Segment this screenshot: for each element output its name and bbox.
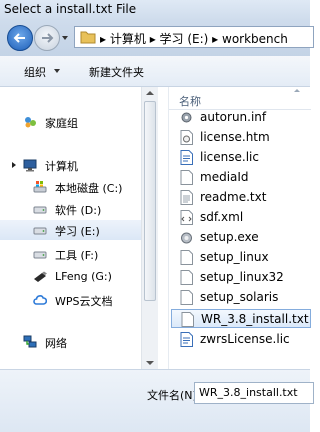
window-title: Select a install.txt File (4, 2, 137, 16)
filename-field[interactable]: WR_3.8_install.txt (194, 382, 314, 404)
sidebar-item-label: 本地磁盘 (C:) (55, 182, 123, 195)
filename-label: 文件名(N): (147, 389, 201, 402)
file-row-selected[interactable]: WR_3.8_install.txt (171, 309, 311, 328)
file-row[interactable]: zwrsLicense.lic (171, 330, 311, 349)
file-row[interactable]: setup_solaris (171, 288, 311, 307)
pane-splitter[interactable] (158, 87, 168, 369)
file-name: setup.exe (200, 230, 259, 244)
settings-file-icon (181, 112, 192, 123)
sidebar-item-drive-e[interactable]: 学习 (E:) (0, 220, 158, 240)
scroll-up-icon[interactable] (146, 91, 154, 95)
column-header-label: 名称 (179, 95, 201, 108)
file-row[interactable]: license.htm (171, 128, 311, 147)
file-name: zwrsLicense.lic (200, 332, 290, 346)
network-icon (23, 335, 37, 348)
blank-file-icon (180, 250, 193, 265)
back-arrow-icon (13, 33, 25, 43)
new-folder-button[interactable]: 新建文件夹 (89, 64, 144, 80)
file-row[interactable]: setup_linux32 (171, 268, 311, 287)
computer-icon (23, 159, 37, 172)
sort-indicator-icon (294, 89, 300, 92)
blank-file-icon (180, 290, 193, 305)
file-row[interactable]: readme.txt (171, 188, 311, 207)
sidebar-item-label: 软件 (D:) (55, 204, 102, 217)
file-list: 名称 autorun.inf license.htm license.lic m… (168, 87, 311, 369)
organize-button[interactable]: 组织 (24, 64, 46, 80)
text-file-icon (180, 190, 193, 205)
navigation-pane-scrollbar[interactable] (141, 87, 158, 369)
drive-icon (33, 251, 47, 259)
column-header-name[interactable]: 名称 (169, 87, 311, 110)
file-row[interactable]: setup_linux (171, 248, 311, 267)
organize-dropdown-icon[interactable] (54, 69, 60, 73)
sidebar-item-label: WPS云文档 (55, 295, 113, 308)
address-bar[interactable]: ▸ 计算机 ▸ 学习 (E:) ▸ workbench (74, 26, 314, 48)
back-button[interactable] (7, 25, 33, 51)
file-row[interactable]: autorun.inf (171, 108, 311, 127)
sidebar-item-drive-d[interactable]: 软件 (D:) (0, 199, 158, 219)
sidebar-item-network[interactable]: 网络 (0, 332, 158, 352)
sidebar-item-computer[interactable]: 计算机 (0, 155, 158, 175)
file-name: sdf.xml (200, 210, 244, 224)
file-name: license.lic (200, 150, 259, 164)
breadcrumb-separator-icon: ▸ (212, 32, 223, 46)
xml-file-icon (180, 210, 193, 225)
scroll-down-icon[interactable] (146, 361, 154, 365)
sidebar-item-drive-f[interactable]: 工具 (F:) (0, 244, 158, 264)
sidebar-item-homegroup[interactable]: 家庭组 (0, 112, 158, 132)
folder-icon (80, 31, 96, 44)
sidebar-item-label: 工具 (F:) (55, 249, 99, 262)
expand-caret-icon[interactable] (12, 162, 16, 168)
scrollbar-thumb[interactable] (144, 101, 156, 301)
homegroup-icon (25, 117, 36, 128)
breadcrumb-item[interactable]: 学习 (E:) (160, 32, 209, 46)
breadcrumb-separator-icon: ▸ (149, 32, 160, 46)
forward-button[interactable] (34, 25, 60, 51)
cloud-icon (33, 295, 47, 305)
navigation-pane: 家庭组 计算机 本地磁盘 (C:) 软件 (D:) 学习 (E:) 工具 (F:… (0, 87, 158, 369)
usb-drive-icon (34, 271, 47, 282)
file-name: mediaId (200, 170, 249, 184)
document-file-icon (180, 332, 193, 347)
file-name: autorun.inf (200, 110, 267, 124)
file-name: readme.txt (200, 190, 267, 204)
drive-icon (33, 227, 47, 235)
blank-file-icon (180, 270, 193, 285)
html-file-icon (180, 130, 193, 145)
breadcrumb-item[interactable]: 计算机 (110, 32, 146, 46)
command-toolbar: 组织 新建文件夹 (0, 56, 310, 87)
filename-value: WR_3.8_install.txt (199, 386, 298, 399)
forward-arrow-icon (42, 33, 54, 43)
file-row[interactable]: mediaId (171, 168, 311, 187)
blank-file-icon (180, 170, 193, 185)
blank-file-icon (181, 312, 194, 327)
file-name: setup_linux32 (200, 270, 284, 284)
file-row[interactable]: sdf.xml (171, 208, 311, 227)
system-drive-icon (33, 181, 47, 193)
breadcrumb-item[interactable]: workbench (222, 32, 288, 46)
navigation-bar: ▸ 计算机 ▸ 学习 (E:) ▸ workbench (0, 20, 314, 56)
sidebar-item-label: 计算机 (45, 160, 78, 173)
sidebar-item-label: LFeng (G:) (55, 270, 112, 283)
file-name: setup_solaris (200, 290, 279, 304)
file-name: license.htm (200, 130, 270, 144)
sidebar-item-label: 网络 (45, 337, 67, 350)
title-bar: Select a install.txt File (0, 0, 310, 20)
sidebar-item-drive-c[interactable]: 本地磁盘 (C:) (0, 177, 158, 197)
file-name: WR_3.8_install.txt (201, 312, 309, 326)
sidebar-item-drive-g[interactable]: LFeng (G:) (0, 267, 158, 287)
sidebar-item-wps-cloud[interactable]: WPS云文档 (0, 290, 158, 310)
drive-icon (33, 206, 47, 214)
document-file-icon (180, 150, 193, 165)
recent-pages-dropdown-icon[interactable] (61, 34, 69, 42)
installer-icon (181, 232, 192, 244)
breadcrumb-separator-icon: ▸ (100, 32, 110, 46)
file-name: setup_linux (200, 250, 269, 264)
sidebar-item-label: 家庭组 (45, 117, 78, 130)
sidebar-item-label: 学习 (E:) (55, 225, 100, 238)
filename-panel: 文件名(N): WR_3.8_install.txt (0, 369, 314, 432)
file-row[interactable]: setup.exe (171, 228, 311, 247)
breadcrumb: ▸ 计算机 ▸ 学习 (E:) ▸ workbench (100, 30, 288, 47)
file-row[interactable]: license.lic (171, 148, 311, 167)
